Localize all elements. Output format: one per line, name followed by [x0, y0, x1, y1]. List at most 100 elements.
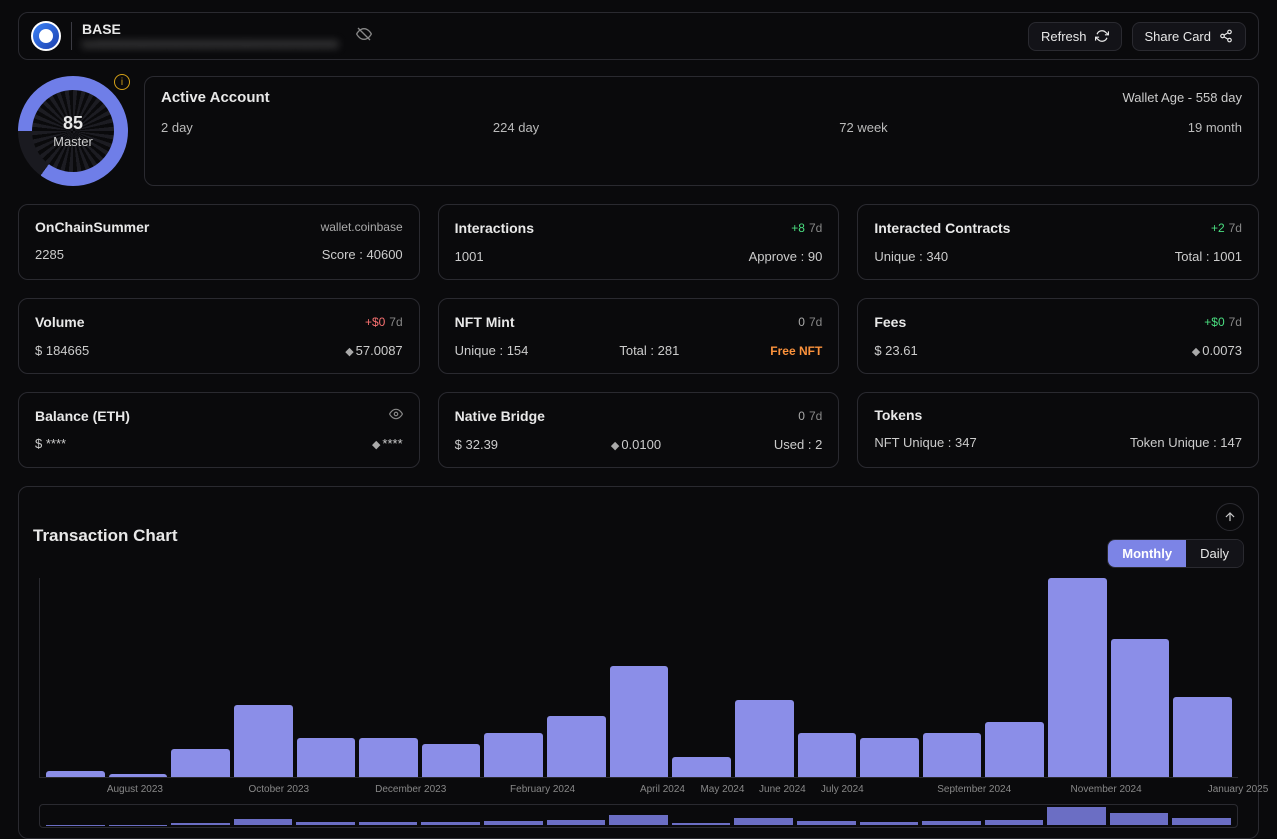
- chart-bar[interactable]: [422, 744, 481, 777]
- info-icon[interactable]: i: [114, 74, 130, 90]
- score-widget: 85 Master i: [18, 76, 128, 186]
- volume-card[interactable]: Volume +$07d $ 184665 57.0087: [18, 298, 420, 374]
- balance-eth: ****: [372, 436, 403, 451]
- account-summary-row: 85 Master i Active Account Wallet Age - …: [18, 76, 1259, 186]
- page-header: BASE 0x000000000000000000000000000000000…: [18, 12, 1259, 60]
- chart-axis-label: December 2023: [375, 784, 446, 795]
- chart-axis-label: September 2024: [937, 784, 1011, 795]
- tokens-title: Tokens: [874, 407, 922, 423]
- eye-icon[interactable]: [389, 407, 403, 424]
- onchainsummer-card[interactable]: OnChainSummer wallet.coinbase 2285 Score…: [18, 204, 420, 280]
- scroll-top-button[interactable]: [1216, 503, 1244, 531]
- refresh-label: Refresh: [1041, 29, 1087, 44]
- chain-info: BASE 0x000000000000000000000000000000000…: [82, 21, 338, 51]
- balance-title: Balance (ETH): [35, 408, 130, 424]
- chart-bar[interactable]: [297, 738, 356, 777]
- chart-bar[interactable]: [735, 700, 794, 777]
- chart-bar[interactable]: [547, 716, 606, 777]
- contracts-period: 7d: [1229, 221, 1242, 235]
- tokens-card[interactable]: Tokens NFT Unique : 347 Token Unique : 1…: [857, 392, 1259, 468]
- chart-bar[interactable]: [1111, 639, 1170, 777]
- chart-axis-label: June 2024: [759, 784, 806, 795]
- transaction-chart-card: Transaction Chart Monthly Daily August 2…: [18, 486, 1259, 839]
- chart-axis-label: October 2023: [248, 784, 309, 795]
- tokens-unique: Token Unique : 147: [1130, 435, 1242, 450]
- active-account-card: Active Account Wallet Age - 558 day 2 da…: [144, 76, 1259, 186]
- chart-title: Transaction Chart: [33, 526, 178, 546]
- inter-period: 7d: [809, 221, 822, 235]
- score-ring: 85 Master: [18, 76, 128, 186]
- chart-bar[interactable]: [798, 733, 857, 777]
- nft-total: Total : 281: [619, 343, 679, 358]
- bridge-eth: 0.0100: [611, 437, 661, 452]
- tab-monthly[interactable]: Monthly: [1108, 540, 1186, 567]
- chart-bar[interactable]: [672, 757, 731, 777]
- chart-bar[interactable]: [610, 666, 669, 777]
- chart-brush[interactable]: [39, 804, 1238, 828]
- chart-bar[interactable]: [359, 738, 418, 777]
- inter-delta: +8: [791, 221, 805, 235]
- share-label: Share Card: [1145, 29, 1211, 44]
- nft-delta: 0: [798, 315, 805, 329]
- chart-bar[interactable]: [860, 738, 919, 777]
- volume-period: 7d: [389, 315, 402, 329]
- fees-usd: $ 23.61: [874, 343, 917, 358]
- bridge-period: 7d: [809, 409, 822, 423]
- refresh-icon: [1095, 29, 1109, 43]
- chart-bars: [40, 578, 1238, 777]
- refresh-button[interactable]: Refresh: [1028, 22, 1122, 51]
- chart-bar[interactable]: [109, 774, 168, 777]
- ocs-score: Score : 40600: [322, 247, 403, 262]
- chart-bar[interactable]: [484, 733, 543, 777]
- share-card-button[interactable]: Share Card: [1132, 22, 1246, 51]
- chart-axis-label: August 2023: [107, 784, 163, 795]
- tab-daily[interactable]: Daily: [1186, 540, 1243, 567]
- bridge-card[interactable]: Native Bridge 07d $ 32.39 0.0100 Used : …: [438, 392, 840, 468]
- fees-card[interactable]: Fees +$07d $ 23.61 0.0073: [857, 298, 1259, 374]
- chart-axis-label: January 2025: [1208, 784, 1269, 795]
- ocs-link: wallet.coinbase: [321, 220, 403, 234]
- chart-bar[interactable]: [985, 722, 1044, 777]
- nft-mint-card[interactable]: NFT Mint 07d Unique : 154 Total : 281 Fr…: [438, 298, 840, 374]
- bridge-used: Used : 2: [774, 437, 822, 452]
- volume-eth: 57.0087: [345, 343, 402, 358]
- fees-title: Fees: [874, 314, 906, 330]
- chart-bar[interactable]: [1173, 697, 1232, 777]
- stat-months: 19 month: [1188, 120, 1242, 135]
- bridge-title: Native Bridge: [455, 408, 545, 424]
- contracts-title: Interacted Contracts: [874, 220, 1010, 236]
- hide-icon[interactable]: [356, 26, 372, 47]
- chart-period-tabs: Monthly Daily: [1107, 539, 1244, 568]
- chart-axis-label: April 2024: [640, 784, 685, 795]
- base-logo: [31, 21, 61, 51]
- volume-delta: +$0: [365, 315, 385, 329]
- account-stats: 2 day 224 day 72 week 19 month: [161, 120, 1242, 135]
- chart-bar[interactable]: [46, 771, 105, 777]
- inter-approve: Approve : 90: [749, 249, 823, 264]
- volume-title: Volume: [35, 314, 85, 330]
- chain-name: BASE: [82, 21, 338, 37]
- chart-bar[interactable]: [923, 733, 982, 777]
- interactions-card[interactable]: Interactions +87d 1001 Approve : 90: [438, 204, 840, 280]
- chart-header: Transaction Chart Monthly Daily: [33, 503, 1244, 568]
- chart-labels: August 2023October 2023December 2023Febr…: [39, 784, 1238, 798]
- contracts-card[interactable]: Interacted Contracts +27d Unique : 340 T…: [857, 204, 1259, 280]
- inter-title: Interactions: [455, 220, 534, 236]
- header-actions: Refresh Share Card: [1028, 22, 1246, 51]
- chart-axis-label: May 2024: [700, 784, 744, 795]
- score-inner: 85 Master: [32, 90, 114, 172]
- fees-eth: 0.0073: [1192, 343, 1242, 358]
- chart-area: [39, 578, 1238, 778]
- chart-bar[interactable]: [171, 749, 230, 777]
- chart-bar[interactable]: [234, 705, 293, 777]
- header-left: BASE 0x000000000000000000000000000000000…: [31, 21, 372, 51]
- balance-card[interactable]: Balance (ETH) $ **** ****: [18, 392, 420, 468]
- ocs-title: OnChainSummer: [35, 219, 149, 235]
- chart-bar[interactable]: [1048, 578, 1107, 777]
- nft-title: NFT Mint: [455, 314, 515, 330]
- score-value: 85: [63, 113, 83, 134]
- account-top: Active Account Wallet Age - 558 day: [161, 89, 1242, 106]
- share-icon: [1219, 29, 1233, 43]
- stats-grid: OnChainSummer wallet.coinbase 2285 Score…: [18, 204, 1259, 468]
- fees-period: 7d: [1229, 315, 1242, 329]
